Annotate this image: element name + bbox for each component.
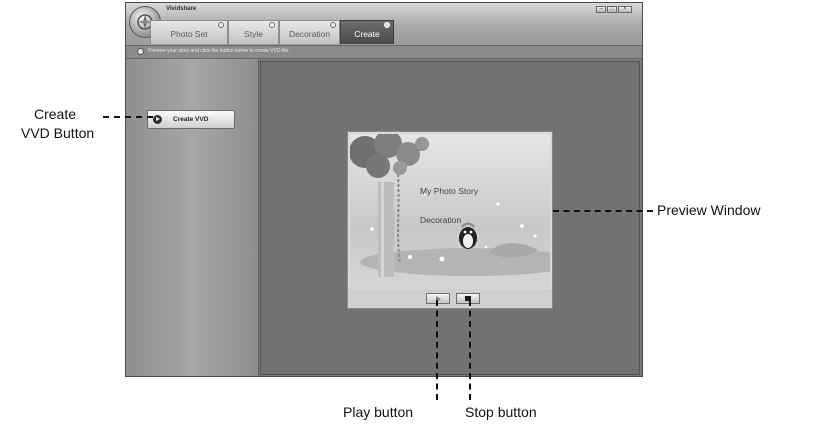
close-button[interactable]: ×	[618, 6, 632, 13]
instruction-bar: Preview your story and click the button …	[126, 46, 642, 59]
preview-scene-image	[350, 134, 550, 277]
tab-status-icon	[269, 22, 275, 28]
callout-play-button: Play button	[343, 404, 414, 420]
info-icon	[137, 48, 144, 55]
preview-screen: My Photo Story Decoration	[350, 134, 550, 289]
maximize-button[interactable]: □	[607, 6, 617, 13]
play-circle-icon	[153, 115, 162, 124]
tab-style[interactable]: Style	[228, 20, 279, 44]
minimize-button[interactable]: –	[596, 6, 606, 13]
callout-line-stop-button	[469, 300, 471, 400]
tab-photo-set-label: Photo Set	[170, 29, 208, 39]
preview-controls	[348, 289, 552, 308]
callout-line-create-vvd	[103, 116, 153, 118]
decoration-label: Decoration	[420, 215, 462, 225]
tab-status-icon	[384, 22, 390, 28]
callout-preview-window: Preview Window	[657, 202, 761, 218]
story-title: My Photo Story	[420, 186, 479, 196]
left-panel: Create VVD	[126, 59, 259, 376]
callout-create-vvd-line1: Create	[34, 106, 77, 122]
callout-line-preview-window	[553, 210, 653, 212]
callout-stop-button: Stop button	[465, 404, 537, 420]
callout-create-vvd-line2: VVD Button	[21, 125, 95, 141]
create-vvd-label: Create VVD	[173, 116, 209, 123]
tab-create[interactable]: Create	[340, 20, 394, 44]
stop-button[interactable]	[456, 293, 480, 304]
create-vvd-button[interactable]: Create VVD	[147, 110, 235, 129]
title-bar: Vividshare Photo Set Style Decoration Cr…	[126, 3, 642, 46]
tab-style-label: Style	[244, 29, 263, 39]
tab-decoration[interactable]: Decoration	[279, 20, 340, 44]
callout-line-play-button	[436, 300, 438, 400]
play-button[interactable]	[426, 293, 450, 304]
tab-decoration-label: Decoration	[288, 29, 331, 39]
preview-window: My Photo Story Decoration	[347, 131, 553, 309]
tab-photo-set[interactable]: Photo Set	[150, 20, 228, 44]
instruction-text: Preview your story and click the button …	[148, 48, 290, 54]
app-title: Vividshare	[166, 6, 197, 12]
tab-status-icon	[330, 22, 336, 28]
tab-status-icon	[218, 22, 224, 28]
tab-create-label: Create	[354, 29, 380, 39]
